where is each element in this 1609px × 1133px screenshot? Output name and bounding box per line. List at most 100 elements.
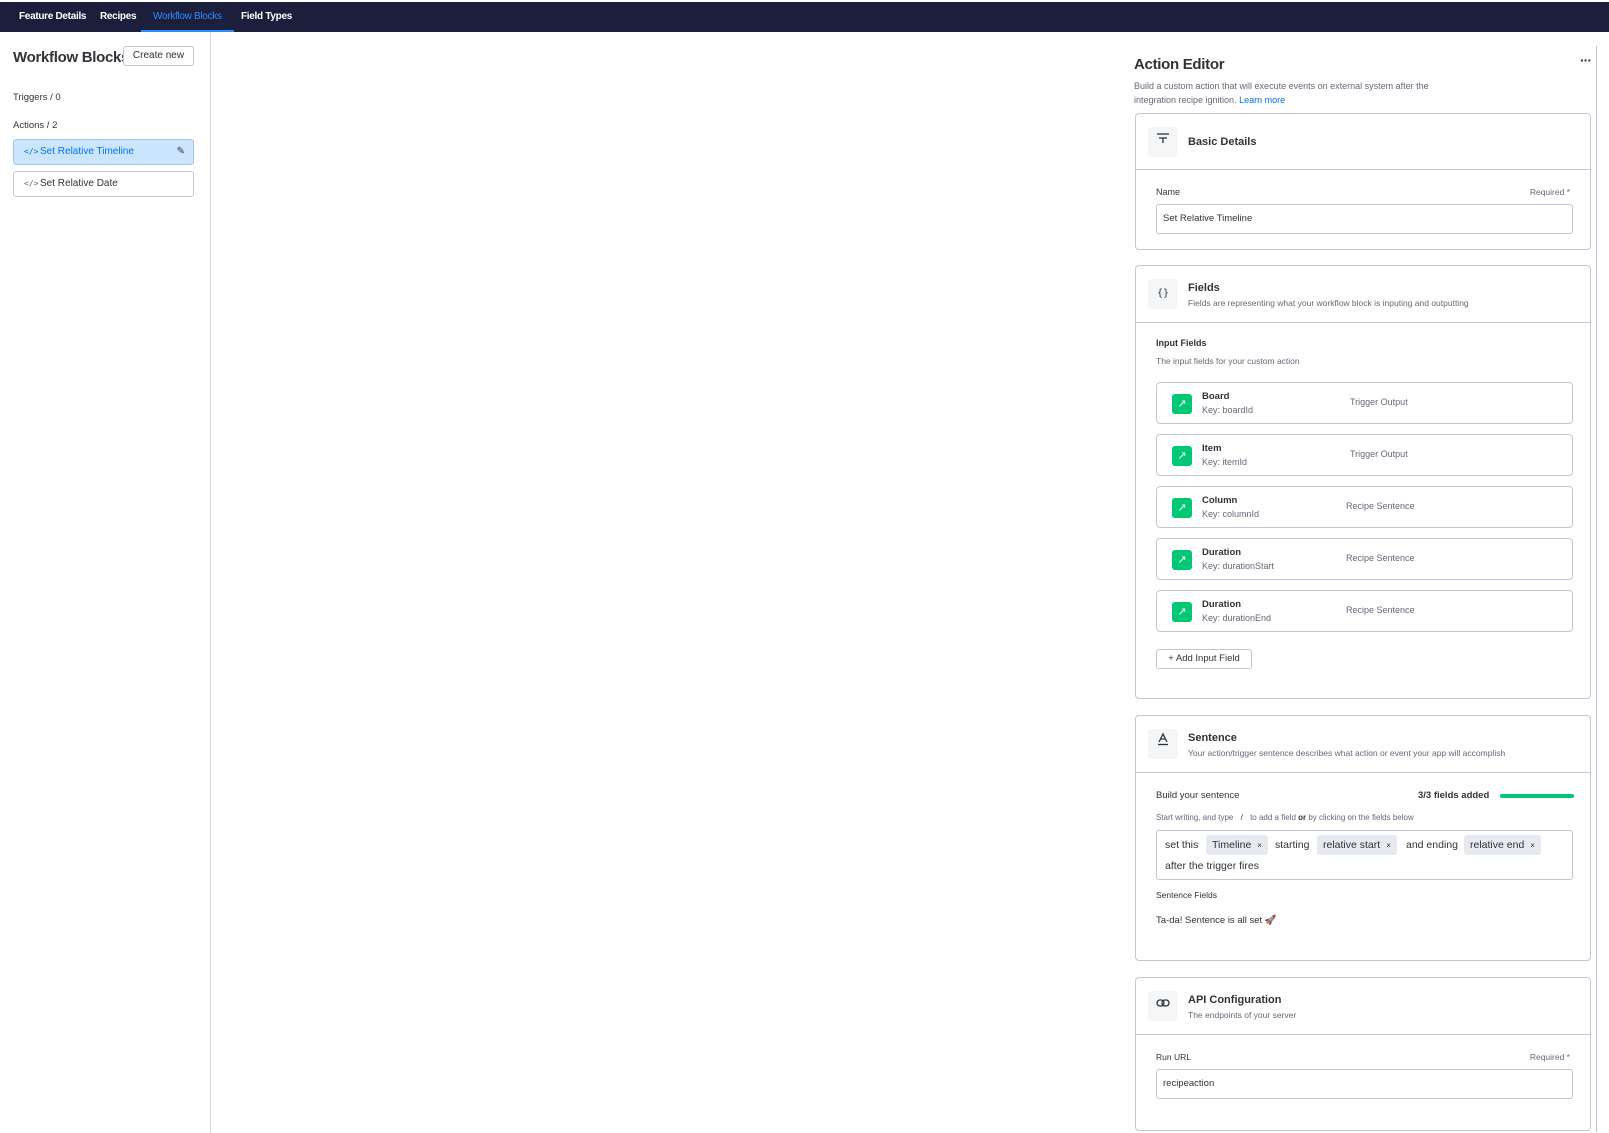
sentence-hint-text: to add a field [1250, 813, 1296, 822]
actions-label: Actions / 2 [13, 120, 58, 131]
basic-details-header: Basic Details [1136, 114, 1590, 170]
sentence-chip-relative-start[interactable]: relative start × [1317, 835, 1397, 855]
fields-title: Fields [1188, 282, 1220, 294]
sentence-word: after the trigger fires [1165, 860, 1259, 872]
arrow-up-right-icon: ↗ [1172, 498, 1192, 518]
required-label: Required * [1529, 187, 1570, 197]
input-field-source: Trigger Output [1350, 449, 1408, 459]
sentence-chip-relative-end[interactable]: relative end × [1464, 835, 1541, 855]
more-options-icon[interactable]: ··· [1580, 52, 1592, 68]
arrow-up-right-icon: ↗ [1172, 602, 1192, 622]
sidebar-item-label: Set Relative Date [40, 178, 118, 189]
code-icon: </> [24, 179, 39, 188]
run-url-label: Run URL [1156, 1052, 1191, 1062]
sentence-word: and ending [1406, 839, 1458, 851]
arrow-up-right-icon: ↗ [1172, 550, 1192, 570]
sentence-fields-label: Sentence Fields [1156, 890, 1217, 900]
editor-title: Action Editor [1134, 56, 1225, 73]
sentence-word: set this [1165, 839, 1199, 851]
create-new-button[interactable]: Create new [123, 46, 194, 66]
input-field-row[interactable]: ↗ Item Key: itemId Trigger Output [1156, 434, 1573, 476]
tab-field-types[interactable]: Field Types [241, 2, 292, 32]
sentence-hint-or: or [1298, 813, 1307, 822]
triggers-label: Triggers / 0 [13, 92, 61, 103]
text-lines-icon [1148, 127, 1178, 157]
slash-key: / [1240, 813, 1243, 822]
arrow-up-right-icon: ↗ [1172, 446, 1192, 466]
input-field-name: Board [1202, 391, 1230, 402]
input-field-key: Key: itemId [1202, 457, 1248, 467]
input-field-row[interactable]: ↗ Duration Key: durationStart Recipe Sen… [1156, 538, 1573, 580]
sidebar-item-set-relative-timeline[interactable]: </> Set Relative Timeline ✎ [13, 139, 194, 165]
input-field-name: Item [1202, 443, 1222, 454]
tab-workflow-blocks-label: Workflow Blocks [153, 11, 222, 22]
fields-subtitle: Fields are representing what your workfl… [1188, 298, 1469, 308]
sentence-header: Sentence Your action/trigger sentence de… [1136, 716, 1590, 773]
api-configuration-title: API Configuration [1188, 994, 1282, 1006]
input-field-name: Duration [1202, 599, 1242, 610]
input-fields-subtitle: The input fields for your custom action [1156, 356, 1300, 366]
arrow-up-right-icon: ↗ [1172, 394, 1192, 414]
top-nav: Feature Details Recipes Workflow Blocks … [0, 0, 1609, 32]
input-field-key: Key: columnId [1202, 509, 1260, 519]
fields-header: {} Fields Fields are representing what y… [1136, 266, 1590, 323]
fields-progress-bar [1500, 794, 1574, 798]
sentence-hint: Start writing, and type / to add a field… [1156, 813, 1414, 822]
input-field-source: Recipe Sentence [1346, 605, 1415, 615]
link-icon [1148, 991, 1178, 1021]
tab-recipes[interactable]: Recipes [100, 2, 137, 32]
input-fields-title: Input Fields [1156, 338, 1207, 348]
basic-details-title: Basic Details [1188, 136, 1257, 148]
sentence-hint-text: Start writing, and type [1156, 813, 1234, 822]
tab-feature-details[interactable]: Feature Details [19, 2, 87, 32]
sentence-word: starting [1275, 839, 1310, 851]
add-input-field-button[interactable]: + Add Input Field [1156, 649, 1252, 669]
required-label: Required * [1529, 1052, 1570, 1062]
sidebar-item-label: Set Relative Timeline [40, 146, 134, 157]
sentence-hint-text: by clicking on the fields below [1308, 813, 1414, 822]
input-field-key: Key: durationEnd [1202, 613, 1272, 623]
chip-label: Timeline [1212, 839, 1252, 851]
fields-added-count: 3/3 fields added [1418, 790, 1489, 801]
close-icon[interactable]: × [1530, 841, 1535, 850]
input-field-row[interactable]: ↗ Column Key: columnId Recipe Sentence [1156, 486, 1573, 528]
input-field-name: Duration [1202, 547, 1242, 558]
pencil-icon[interactable]: ✎ [177, 140, 185, 164]
sidebar-item-set-relative-date[interactable]: </> Set Relative Date [13, 171, 194, 197]
action-editor: Action Editor ··· Build a custom action … [1128, 32, 1609, 1133]
scrollbar[interactable] [1596, 46, 1597, 1132]
name-field[interactable]: Set Relative Timeline [1156, 204, 1573, 234]
editor-subtitle: Build a custom action that will execute … [1134, 80, 1454, 107]
input-field-source: Recipe Sentence [1346, 553, 1415, 563]
tab-workflow-blocks[interactable]: Workflow Blocks [141, 2, 234, 32]
close-icon[interactable]: × [1386, 841, 1391, 850]
sentence-card: Sentence Your action/trigger sentence de… [1135, 715, 1591, 961]
fields-added-count-value: 3/3 fields added [1418, 790, 1490, 801]
input-field-row[interactable]: ↗ Duration Key: durationEnd Recipe Sente… [1156, 590, 1573, 632]
sentence-chip-timeline[interactable]: Timeline × [1206, 835, 1268, 855]
input-field-name: Column [1202, 495, 1238, 506]
input-field-key: Key: boardId [1202, 405, 1254, 415]
build-sentence-label: Build your sentence [1156, 790, 1240, 801]
chip-label: relative end [1470, 839, 1525, 851]
learn-more-link[interactable]: Learn more [1239, 95, 1285, 105]
sentence-subtitle: Your action/trigger sentence describes w… [1188, 748, 1506, 758]
text-format-icon [1148, 729, 1178, 759]
input-field-source: Trigger Output [1350, 397, 1408, 407]
api-configuration-subtitle: The endpoints of your server [1188, 1010, 1297, 1020]
run-url-field[interactable]: recipeaction [1156, 1069, 1573, 1099]
sentence-editor[interactable]: set this Timeline × starting relative sta… [1156, 830, 1573, 880]
close-icon[interactable]: × [1257, 841, 1262, 850]
sentence-done-message: Ta-da! Sentence is all set 🚀 [1156, 915, 1277, 926]
basic-details-card: Basic Details Name Required * Set Relati… [1135, 113, 1591, 250]
name-label: Name [1156, 187, 1181, 197]
sidebar: Workflow Blocks Create new Triggers / 0 … [0, 32, 211, 1133]
chip-label: relative start [1323, 839, 1381, 851]
braces-icon: {} [1148, 279, 1178, 309]
sidebar-title: Workflow Blocks [13, 49, 130, 66]
code-icon: </> [24, 147, 39, 156]
input-field-source: Recipe Sentence [1346, 501, 1415, 511]
input-field-row[interactable]: ↗ Board Key: boardId Trigger Output [1156, 382, 1573, 424]
api-configuration-header: API Configuration The endpoints of your … [1136, 978, 1590, 1035]
input-field-key: Key: durationStart [1202, 561, 1275, 571]
